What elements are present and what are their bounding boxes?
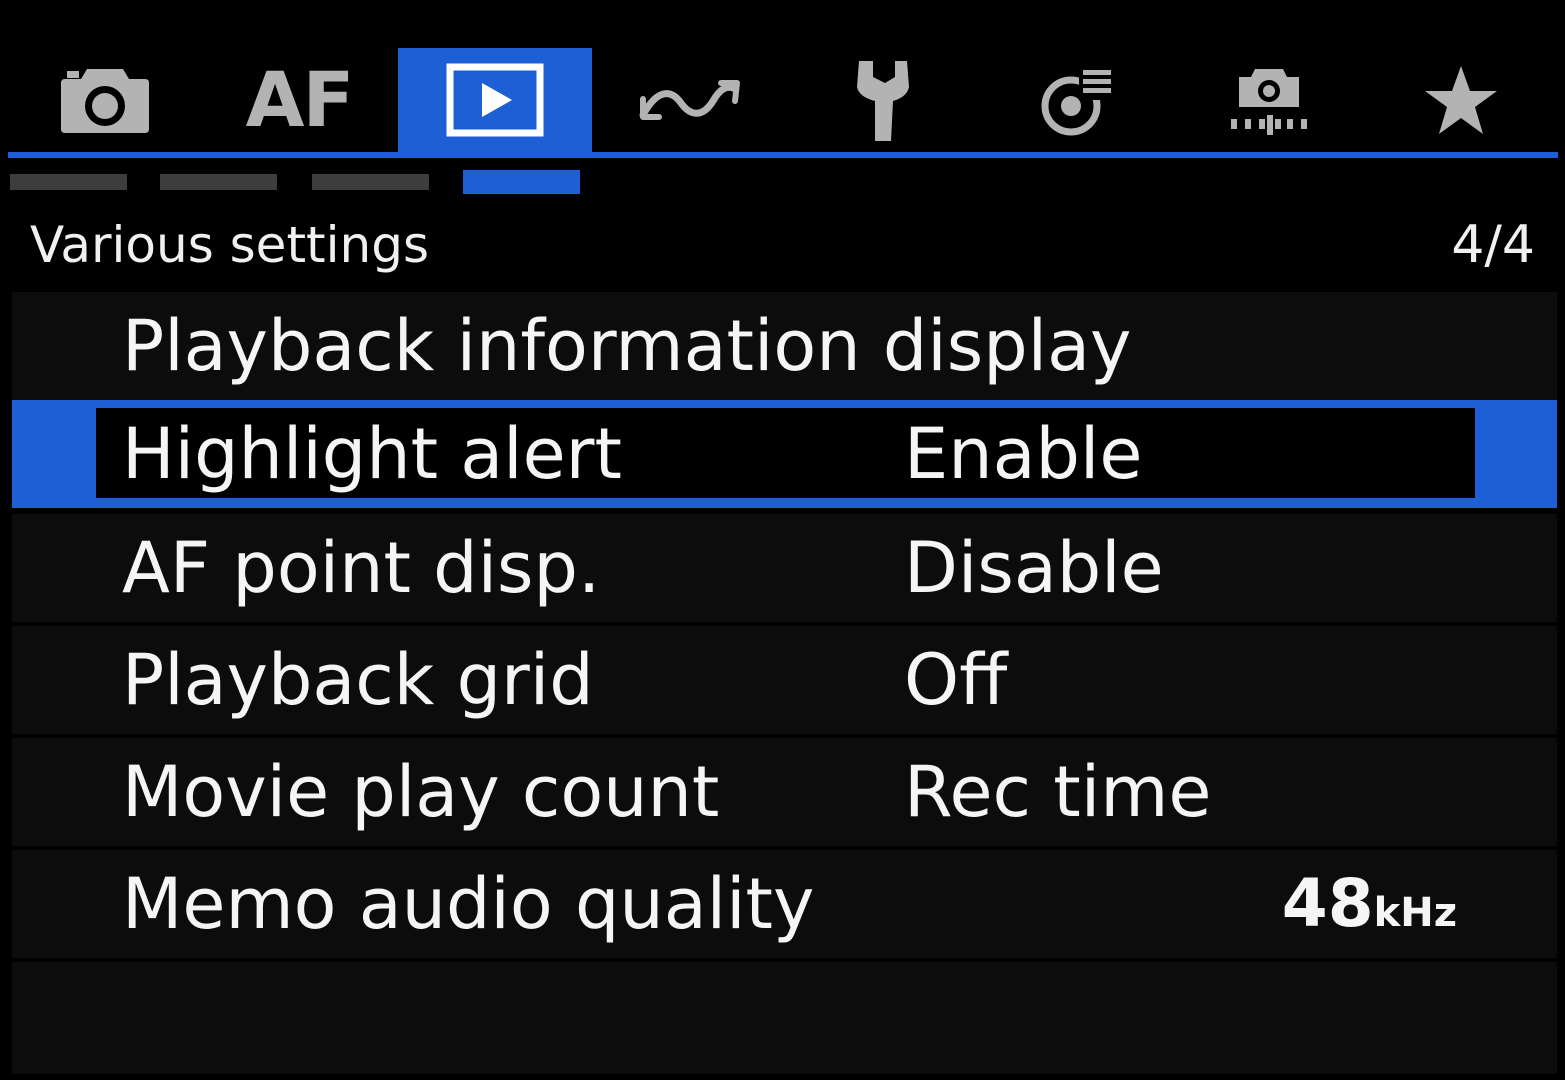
tab-playback[interactable] bbox=[398, 48, 592, 152]
menu-item-playback-information-display[interactable]: Playback information display bbox=[12, 292, 1557, 400]
camera-menu-screen: AF Various settings 4/4 Playback informa… bbox=[0, 0, 1565, 1080]
wrench-icon bbox=[857, 61, 909, 141]
menu-item-label: Playback information display bbox=[122, 305, 1132, 387]
tab-my-menu[interactable] bbox=[1364, 48, 1558, 152]
menu-item-label: AF point disp. bbox=[122, 527, 601, 609]
menu-item-af-point-disp[interactable]: AF point disp. Disable bbox=[12, 514, 1557, 622]
tab-setup[interactable] bbox=[786, 48, 980, 152]
menu-item-value: Disable bbox=[904, 527, 1164, 609]
audio-quality-number: 48 bbox=[1281, 865, 1374, 942]
menu-item-value: 48kHz bbox=[1282, 850, 1457, 967]
menu-item-memo-audio-quality[interactable]: Memo audio quality 48kHz bbox=[12, 850, 1557, 958]
menu-item-playback-grid[interactable]: Playback grid Off bbox=[12, 626, 1557, 734]
menu-item-highlight-alert[interactable]: Highlight alert Enable bbox=[12, 400, 1557, 508]
page-indicator-4-active[interactable] bbox=[463, 170, 580, 194]
menu-item-label: Movie play count bbox=[122, 751, 720, 833]
menu-item-movie-play-count[interactable]: Movie play count Rec time bbox=[12, 738, 1557, 846]
tab-wireless[interactable] bbox=[592, 48, 786, 152]
tab-custom-functions[interactable] bbox=[980, 48, 1174, 152]
menu-item-label: Memo audio quality bbox=[122, 863, 815, 945]
page-number: 4/4 bbox=[1451, 215, 1535, 275]
audio-quality-unit: kHz bbox=[1373, 890, 1457, 936]
star-icon bbox=[1425, 66, 1497, 134]
page-title: Various settings bbox=[30, 216, 430, 274]
tab-underline bbox=[8, 152, 1558, 158]
tab-af[interactable]: AF bbox=[202, 48, 396, 152]
page-indicator-3[interactable] bbox=[312, 174, 429, 190]
menu-empty-row bbox=[12, 962, 1557, 1074]
menu-item-value: Rec time bbox=[904, 751, 1212, 833]
tab-shooting[interactable] bbox=[8, 48, 202, 152]
custom-camera-icon bbox=[1231, 69, 1307, 135]
play-icon bbox=[446, 63, 544, 137]
tab-custom-shooting-mode[interactable] bbox=[1172, 48, 1366, 152]
menu-item-value: Enable bbox=[904, 413, 1143, 495]
tab-af-label: AF bbox=[245, 55, 355, 144]
menu-item-value: Off bbox=[904, 639, 1008, 721]
menu-item-label: Playback grid bbox=[122, 639, 594, 721]
camera-icon bbox=[61, 69, 149, 133]
custom-functions-icon bbox=[1041, 68, 1113, 136]
page-indicator-1[interactable] bbox=[10, 174, 127, 190]
menu-item-label: Highlight alert bbox=[122, 413, 622, 495]
wireless-wave-icon bbox=[639, 80, 740, 120]
page-indicator-2[interactable] bbox=[160, 174, 277, 190]
